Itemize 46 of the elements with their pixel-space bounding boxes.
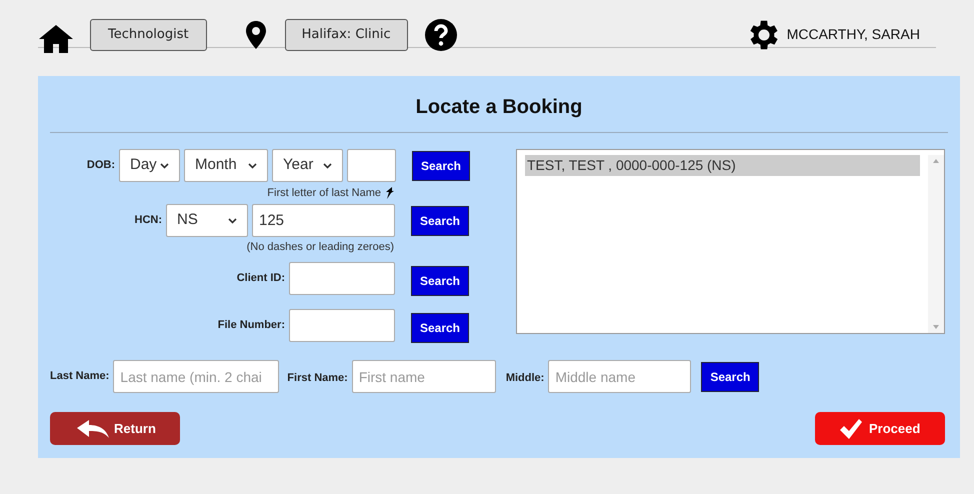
search-button[interactable]: Search (411, 266, 469, 296)
search-button[interactable]: Search (411, 206, 469, 236)
arrow-icon (385, 186, 395, 200)
return-arrow-icon (76, 418, 110, 438)
scrollbar[interactable] (928, 155, 944, 333)
field-label: Client ID: (236, 271, 285, 286)
day-dropdown[interactable]: Day (119, 149, 180, 182)
chevron-icon (160, 162, 169, 168)
return-button[interactable]: Return (50, 412, 180, 445)
panel-title: Locate a Booking (416, 95, 582, 120)
hint-text: First letter of last Name (267, 186, 381, 201)
search-button[interactable]: Search (412, 150, 470, 180)
results-list[interactable]: TEST, TEST , 0000-000-125 (NS) (516, 149, 945, 334)
file-number-field[interactable] (289, 309, 395, 342)
scroll-down-icon[interactable] (933, 325, 939, 329)
month-dropdown[interactable]: Month (184, 149, 268, 182)
field-label: HCN: (134, 213, 162, 228)
chevron-icon (248, 162, 257, 168)
role-button[interactable]: Technologist (90, 18, 207, 50)
field-label: First Name: (287, 372, 348, 384)
home-icon[interactable] (38, 24, 74, 54)
scroll-up-icon[interactable] (933, 159, 939, 163)
location-pin-icon[interactable] (244, 20, 267, 50)
hcn-field[interactable]: 125 (252, 204, 395, 237)
field-label: Last Name: (50, 369, 110, 384)
middle-name-field[interactable]: Middle name (548, 360, 692, 393)
letter-field[interactable] (347, 149, 396, 182)
field-label: DOB: (86, 158, 115, 174)
proceed-button[interactable]: Proceed (815, 412, 945, 445)
search-button[interactable]: Search (701, 362, 760, 392)
client-id-field[interactable] (289, 262, 395, 295)
help-icon[interactable] (424, 18, 458, 52)
field-label: Middle: (506, 372, 544, 384)
first-name-field[interactable]: First name (352, 360, 496, 393)
chevron-icon (228, 218, 237, 224)
check-icon (839, 418, 863, 440)
province-dropdown[interactable]: NS (166, 204, 248, 237)
field-label: File Number: (218, 318, 285, 334)
user-name: MCCARTHY, SARAH (786, 25, 920, 44)
result-item[interactable]: TEST, TEST , 0000-000-125 (NS) (525, 155, 920, 176)
hint-text: (No dashes or leading zeroes) (246, 240, 394, 255)
search-button[interactable]: Search (411, 312, 469, 342)
last-name-field[interactable]: Last name (min. 2 chai (113, 360, 280, 393)
location-button[interactable]: Halifax: Clinic (284, 18, 408, 50)
chevron-icon (323, 162, 332, 168)
year-dropdown[interactable]: Year (272, 149, 343, 182)
